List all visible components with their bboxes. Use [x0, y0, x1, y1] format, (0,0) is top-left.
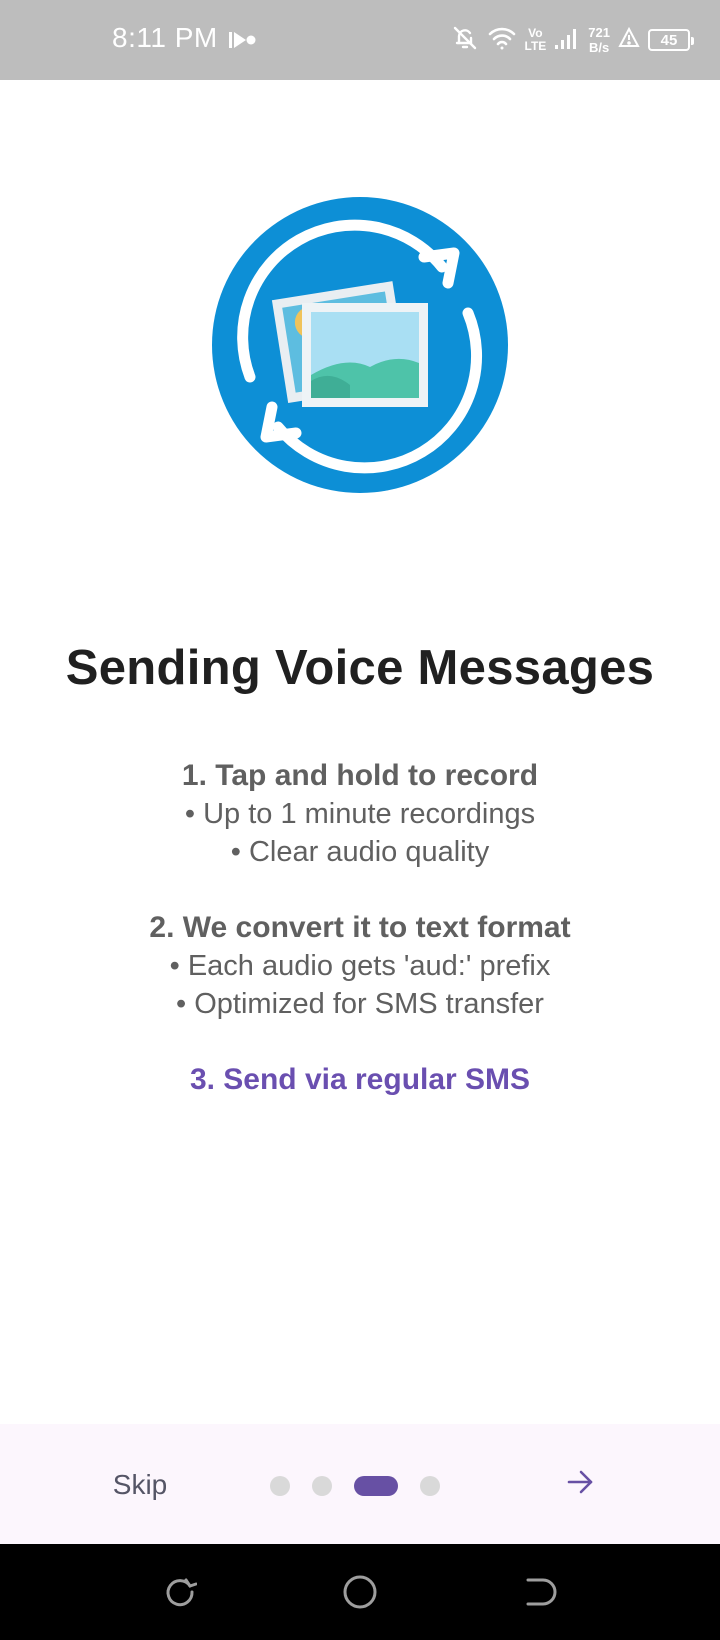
- recent-apps-icon[interactable]: [160, 1572, 200, 1612]
- page-dot[interactable]: [270, 1476, 290, 1496]
- volte-indicator: Vo LTE: [525, 27, 547, 53]
- image-sync-icon: [210, 195, 510, 495]
- status-bar: 8:11 PM Vo LTE 721 B/s 45: [0, 0, 720, 80]
- step-3-heading: 3. Send via regular SMS: [189, 1063, 531, 1096]
- next-button[interactable]: [560, 1464, 600, 1504]
- recording-icon: [229, 29, 257, 56]
- bell-off-icon: [451, 24, 479, 57]
- page-title: Sending Voice Messages: [65, 641, 655, 695]
- skip-button[interactable]: Skip: [100, 1464, 180, 1506]
- page-dot-active[interactable]: [354, 1476, 398, 1496]
- step-2-bullet: • Each audio gets 'aud:' prefix: [169, 950, 551, 982]
- step-1-bullet: • Up to 1 minute recordings: [184, 798, 536, 830]
- battery-icon: 45: [648, 29, 694, 51]
- net-speed-unit: B/s: [589, 40, 610, 55]
- arrow-right-icon: [565, 1467, 595, 1502]
- page-indicator: [270, 1476, 440, 1496]
- system-nav-bar: [0, 1544, 720, 1640]
- page-dot[interactable]: [312, 1476, 332, 1496]
- step-2-heading: 2. We convert it to text format: [149, 911, 571, 944]
- status-time: 8:11 PM: [112, 22, 218, 53]
- instructions: 1. Tap and hold to record • Up to 1 minu…: [0, 757, 720, 1099]
- battery-level: 45: [660, 31, 678, 49]
- back-icon[interactable]: [520, 1572, 560, 1612]
- alert-icon: [618, 26, 640, 54]
- wifi-icon: [487, 25, 517, 56]
- home-icon[interactable]: [340, 1572, 380, 1612]
- page-dot[interactable]: [420, 1476, 440, 1496]
- net-speed-value: 721: [588, 25, 610, 40]
- net-speed: 721 B/s: [588, 25, 610, 55]
- volte-bottom: LTE: [524, 39, 547, 53]
- onboarding-bar: Skip: [0, 1424, 720, 1544]
- step-2-bullet: • Optimized for SMS transfer: [176, 988, 544, 1020]
- step-1-heading: 1. Tap and hold to record: [181, 759, 539, 792]
- signal-icon: [554, 26, 580, 55]
- step-1-bullet: • Clear audio quality: [230, 836, 490, 868]
